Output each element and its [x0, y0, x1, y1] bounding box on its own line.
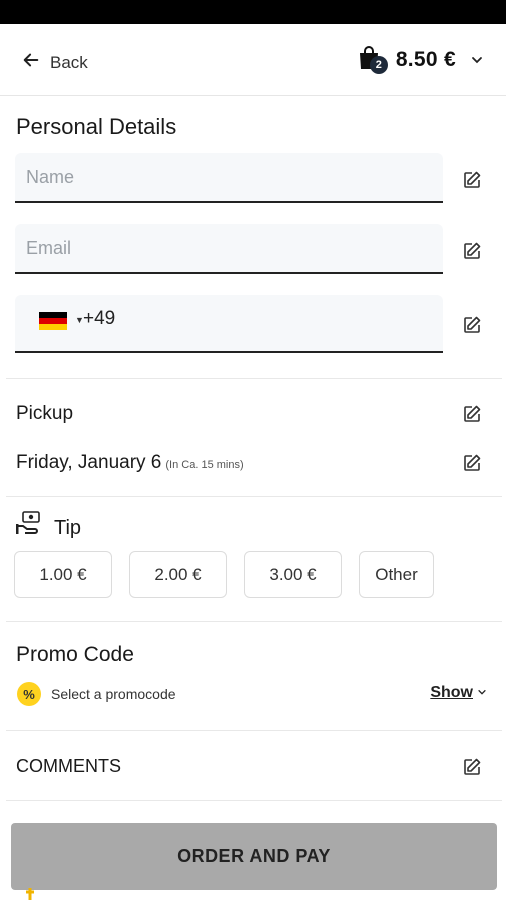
back-label: Back: [50, 52, 88, 72]
pickup-label: Pickup: [16, 403, 74, 424]
back-button[interactable]: Back: [22, 51, 88, 74]
phone-field[interactable]: ▼ +49: [15, 295, 443, 353]
edit-pickup-time-icon[interactable]: [462, 453, 484, 475]
personal-details-title: Personal Details: [16, 114, 177, 139]
edit-pickup-icon[interactable]: [462, 404, 484, 426]
tip-option-3[interactable]: 3.00 €: [244, 551, 342, 598]
pickup-eta: (In Ca. 15 mins): [165, 459, 244, 471]
promo-code-title: Promo Code: [16, 643, 134, 666]
divider: [6, 730, 502, 731]
pickup-time: Friday, January 6 (In Ca. 15 mins): [16, 452, 244, 474]
cart-count-badge: 2: [369, 56, 388, 74]
divider: [6, 800, 502, 801]
status-bar: [0, 0, 506, 24]
phone-code[interactable]: +49: [83, 308, 115, 330]
cart-total: 8.50 €: [395, 48, 456, 71]
email-field[interactable]: [15, 224, 443, 274]
name-input[interactable]: [15, 153, 443, 201]
scroll-hint-icon: [24, 886, 36, 900]
name-field[interactable]: [15, 153, 443, 203]
tip-option-2[interactable]: 2.00 €: [129, 551, 227, 598]
shopping-bag-icon: 2: [358, 46, 388, 74]
chevron-down-icon: [477, 684, 487, 702]
email-input[interactable]: [15, 224, 443, 272]
divider: [6, 621, 502, 622]
promo-show-label[interactable]: Show: [430, 684, 473, 702]
edit-email-icon[interactable]: [462, 241, 484, 263]
divider: [6, 496, 502, 497]
cart-summary-button[interactable]: 2 8.50 €: [358, 46, 484, 74]
tip-hand-money-icon: [15, 510, 44, 536]
tip-options: 1.00 € 2.00 € 3.00 € Other: [0, 551, 506, 599]
order-and-pay-button[interactable]: ORDER AND PAY: [11, 823, 497, 890]
edit-name-icon[interactable]: [462, 170, 484, 192]
chevron-down-icon: [470, 53, 484, 67]
edit-comments-icon[interactable]: [462, 757, 484, 779]
comments-label: COMMENTS: [16, 756, 121, 776]
germany-flag-icon[interactable]: [39, 312, 67, 330]
divider: [6, 378, 502, 379]
edit-phone-icon[interactable]: [462, 315, 484, 337]
promo-select-text[interactable]: Select a promocode: [51, 686, 176, 702]
percent-icon: %: [17, 682, 41, 706]
top-bar: Back 2 8.50 €: [0, 24, 506, 96]
tip-option-1[interactable]: 1.00 €: [14, 551, 112, 598]
tip-option-other[interactable]: Other: [359, 551, 434, 598]
arrow-left-icon: [22, 51, 40, 74]
tip-title: Tip: [54, 517, 82, 539]
pickup-date: Friday, January 6: [16, 452, 162, 473]
promo-show-toggle[interactable]: Show: [430, 684, 487, 702]
personal-details-section: Personal Details ▼ +49: [0, 96, 506, 378]
